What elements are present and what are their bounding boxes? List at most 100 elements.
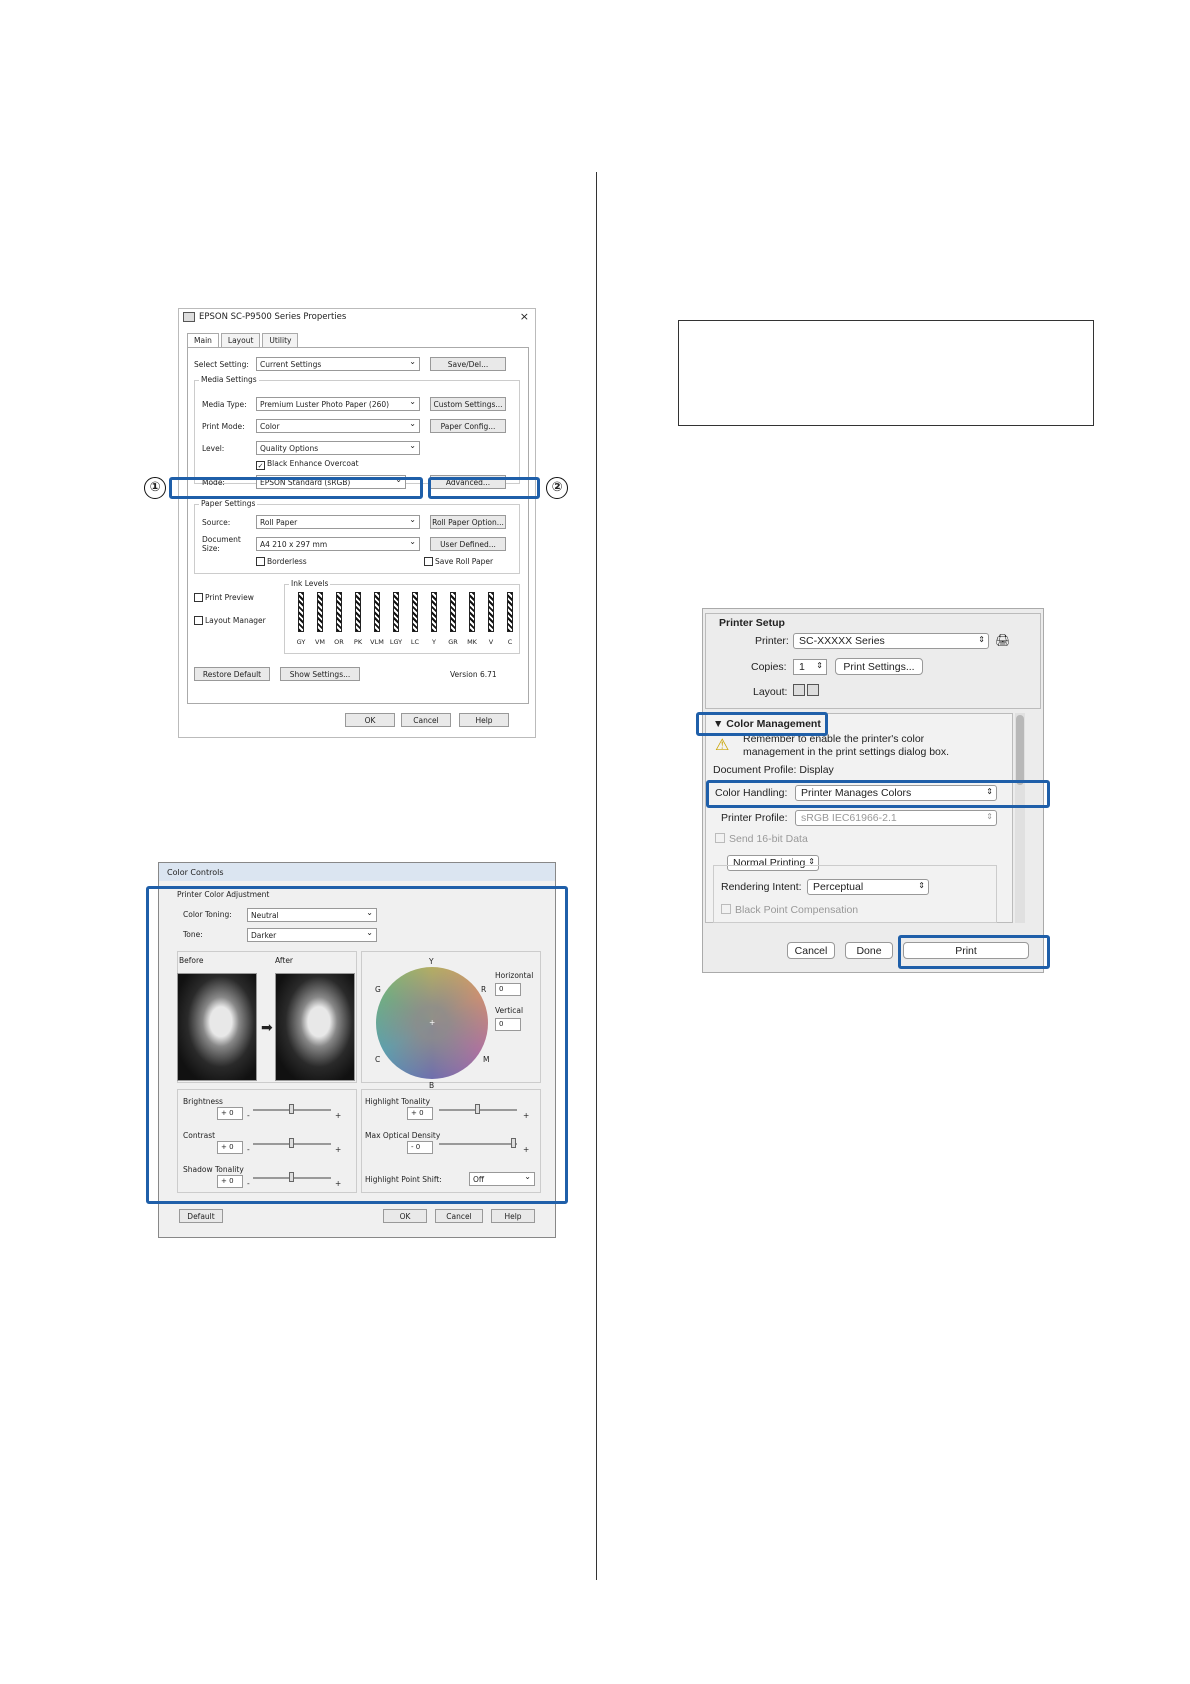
restore-default-button[interactable]: Restore Default bbox=[194, 667, 270, 681]
ink-level-label: GY bbox=[296, 638, 306, 646]
ink-level-bar bbox=[412, 592, 418, 632]
ink-level-bar bbox=[317, 592, 323, 632]
tab-main[interactable]: Main bbox=[187, 333, 219, 348]
ink-level-bar bbox=[488, 592, 494, 632]
ink-level-label: VM bbox=[314, 638, 326, 646]
black-point-label: Black Point Compensation bbox=[735, 904, 859, 916]
warning-text-line2: management in the print settings dialog … bbox=[743, 746, 950, 758]
printer-add-icon[interactable]: 🖨 bbox=[995, 633, 1010, 647]
cancel-button[interactable]: Cancel bbox=[787, 942, 835, 959]
save-roll-paper-checkbox[interactable]: Save Roll Paper bbox=[424, 557, 493, 566]
send-16bit-label: Send 16-bit Data bbox=[729, 833, 808, 845]
ink-level-bar bbox=[336, 592, 342, 632]
scrollbar-thumb[interactable] bbox=[1016, 715, 1024, 785]
copies-field[interactable]: 1 bbox=[793, 659, 827, 675]
ink-level-bar bbox=[355, 592, 361, 632]
default-button[interactable]: Default bbox=[179, 1209, 223, 1223]
ink-level-label: C bbox=[507, 638, 513, 646]
ink-level-bar bbox=[507, 592, 513, 632]
select-setting-label: Select Setting: bbox=[194, 360, 249, 369]
send-16bit-checkbox: Send 16-bit Data bbox=[715, 833, 808, 845]
media-type-combo[interactable]: Premium Luster Photo Paper (260) bbox=[256, 397, 420, 411]
black-point-checkbox: Black Point Compensation bbox=[721, 904, 858, 916]
print-mode-label: Print Mode: bbox=[202, 422, 245, 431]
printer-profile-popup: sRGB IEC61966-2.1 bbox=[795, 810, 997, 826]
mode-highlight bbox=[169, 477, 423, 499]
save-roll-paper-label: Save Roll Paper bbox=[435, 557, 494, 566]
ok-button[interactable]: OK bbox=[383, 1209, 427, 1223]
ink-level-bar bbox=[298, 592, 304, 632]
main-panel: Select Setting: Current Settings Save/De… bbox=[187, 347, 529, 704]
ink-level-label: LGY bbox=[389, 638, 403, 646]
callout-2: ② bbox=[546, 477, 568, 499]
layout-label: Layout: bbox=[753, 686, 788, 698]
checkbox-icon bbox=[194, 593, 203, 602]
cancel-button[interactable]: Cancel bbox=[401, 713, 451, 727]
ink-level-label: MK bbox=[467, 638, 477, 646]
document-profile-label: Document Profile: Display bbox=[713, 764, 834, 776]
column-divider bbox=[596, 172, 597, 1580]
printer-profile-label: Printer Profile: bbox=[721, 812, 788, 824]
ink-level-label: GR bbox=[448, 638, 458, 646]
ink-level-label: LC bbox=[410, 638, 420, 646]
ink-level-bar bbox=[374, 592, 380, 632]
checkbox-icon bbox=[194, 616, 203, 625]
level-combo[interactable]: Quality Options bbox=[256, 441, 420, 455]
warning-icon: ⚠ bbox=[715, 737, 730, 754]
printer-icon bbox=[183, 312, 195, 322]
ink-level-label: VLM bbox=[370, 638, 384, 646]
advanced-highlight bbox=[428, 477, 540, 499]
layout-manager-checkbox[interactable]: Layout Manager bbox=[194, 616, 266, 625]
scrollbar[interactable] bbox=[1015, 713, 1025, 923]
printer-properties-dialog: EPSON SC-P9500 Series Properties × Main … bbox=[178, 308, 536, 738]
roll-paper-option-button[interactable]: Roll Paper Option... bbox=[430, 515, 506, 529]
checkbox-icon bbox=[721, 904, 731, 914]
help-button[interactable]: Help bbox=[459, 713, 509, 727]
title-bar: EPSON SC-P9500 Series Properties × bbox=[179, 309, 535, 325]
ink-level-label: PK bbox=[353, 638, 363, 646]
borderless-checkbox[interactable]: Borderless bbox=[256, 557, 307, 566]
done-button[interactable]: Done bbox=[845, 942, 893, 959]
paper-config-button[interactable]: Paper Config... bbox=[430, 419, 506, 433]
layout-icon[interactable] bbox=[793, 684, 805, 696]
printer-label: Printer: bbox=[755, 635, 789, 647]
show-settings-button[interactable]: Show Settings... bbox=[280, 667, 360, 681]
document-size-combo[interactable]: A4 210 x 297 mm bbox=[256, 537, 420, 551]
level-label: Level: bbox=[202, 444, 225, 453]
cancel-button[interactable]: Cancel bbox=[435, 1209, 483, 1223]
media-type-label: Media Type: bbox=[202, 400, 247, 409]
print-button-highlight bbox=[898, 935, 1050, 969]
color-controls-title: Color Controls bbox=[159, 863, 555, 881]
dialog-title: EPSON SC-P9500 Series Properties bbox=[199, 312, 347, 322]
ink-levels-title: Ink Levels bbox=[289, 579, 331, 588]
borderless-label: Borderless bbox=[267, 557, 307, 566]
source-combo[interactable]: Roll Paper bbox=[256, 515, 420, 529]
ink-level-bar bbox=[469, 592, 475, 632]
rendering-intent-label: Rendering Intent: bbox=[721, 881, 802, 893]
source-label: Source: bbox=[202, 518, 231, 527]
tab-layout[interactable]: Layout bbox=[220, 333, 261, 347]
print-preview-checkbox[interactable]: Print Preview bbox=[194, 593, 254, 602]
color-adjustment-highlight bbox=[146, 886, 568, 1204]
user-defined-button[interactable]: User Defined... bbox=[430, 537, 506, 551]
ink-level-bar bbox=[393, 592, 399, 632]
close-icon[interactable]: × bbox=[520, 310, 529, 323]
black-enhance-checkbox[interactable]: ✓ Black Enhance Overcoat bbox=[256, 459, 359, 470]
rendering-intent-popup[interactable]: Perceptual bbox=[807, 879, 929, 895]
save-del-button[interactable]: Save/Del... bbox=[430, 357, 506, 371]
custom-settings-button[interactable]: Custom Settings... bbox=[430, 397, 506, 411]
checkbox-icon bbox=[424, 557, 433, 566]
layout-reverse-icon[interactable] bbox=[807, 684, 819, 696]
tab-utility[interactable]: Utility bbox=[262, 333, 299, 347]
print-mode-combo[interactable]: Color bbox=[256, 419, 420, 433]
ink-level-label: Y bbox=[432, 638, 436, 646]
ok-button[interactable]: OK bbox=[345, 713, 395, 727]
checkbox-icon bbox=[715, 833, 725, 843]
printer-popup[interactable]: SC-XXXXX Series bbox=[793, 633, 989, 649]
document-size-label: Document Size: bbox=[202, 535, 241, 553]
help-button[interactable]: Help bbox=[491, 1209, 535, 1223]
select-setting-combo[interactable]: Current Settings bbox=[256, 357, 420, 371]
copies-label: Copies: bbox=[751, 661, 787, 673]
printer-setup-title: Printer Setup bbox=[719, 617, 785, 629]
print-settings-button[interactable]: Print Settings... bbox=[835, 658, 923, 675]
